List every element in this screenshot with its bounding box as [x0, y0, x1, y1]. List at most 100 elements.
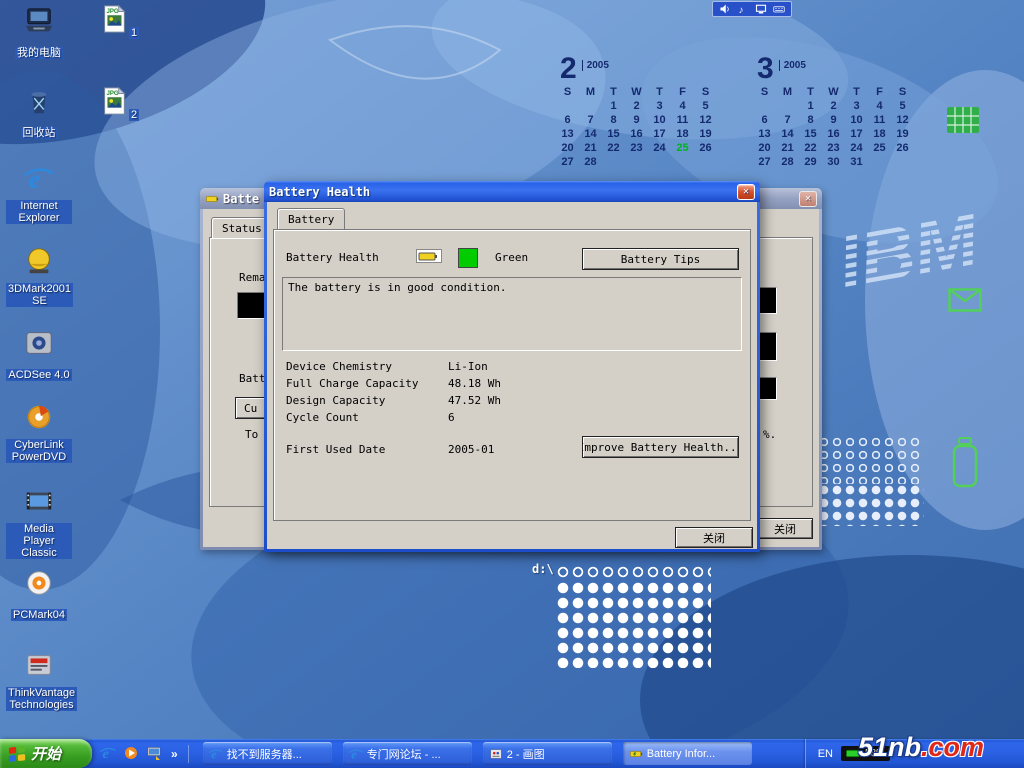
clock-area [898, 753, 1016, 754]
language-indicator[interactable]: EN [818, 748, 833, 760]
start-button[interactable]: 开始 [0, 739, 92, 768]
my-computer-icon [24, 6, 54, 36]
battery-health-titlebar[interactable]: Battery Health ✕ [264, 181, 760, 202]
battery-title-icon [205, 192, 219, 206]
desktop-recycle-bin-icon-01[interactable]: 回收站 [6, 86, 72, 141]
task-button-label: 2 - 画图 [507, 746, 545, 762]
close-icon: ✕ [805, 193, 811, 204]
top-right-toolbar: ♪ [712, 1, 792, 17]
percent-fragment: %. [763, 428, 776, 441]
desktop-icon-label: 2 [129, 109, 139, 121]
desktop-powerdvd-icon-05[interactable]: CyberLink PowerDVD [6, 402, 72, 465]
thinkvantage-icon [24, 650, 54, 680]
battery-detail-row: First Used Date2005-01 [286, 443, 501, 456]
tray-battery-icon [846, 749, 862, 758]
health-color-swatch [458, 248, 478, 268]
detail-value: Li-Ion [448, 360, 488, 373]
internet-explorer-icon: e [24, 163, 54, 193]
volume-icon[interactable] [719, 3, 731, 15]
desktop-media-player-classic-icon-06[interactable]: Media Player Classic [6, 486, 72, 561]
media-player-icon [123, 745, 139, 761]
detail-value: 48.18 Wh [448, 377, 501, 390]
task-button-label: 专门网论坛 - ... [367, 746, 441, 762]
improve-battery-health-button[interactable]: Improve Battery Health... [582, 436, 739, 458]
svg-text:♪: ♪ [739, 5, 744, 15]
note-icon[interactable]: ♪ [737, 3, 749, 15]
battery-detail-row: Design Capacity47.52 Wh [286, 394, 501, 407]
detail-label: First Used Date [286, 443, 448, 456]
tab-battery[interactable]: Battery [277, 208, 345, 229]
battery-health-body: Battery Battery Health Green Battery Tip… [267, 202, 757, 549]
windows-logo-icon [8, 745, 26, 763]
battery-health-title: Battery Health [269, 185, 370, 199]
internet-explorer-icon: e [209, 747, 223, 761]
battery-percent: 58% [865, 748, 885, 759]
quick-launch: e» [100, 745, 189, 763]
svg-text:JPG: JPG [106, 90, 118, 97]
battery-detail-row: Device ChemistryLi-Ion [286, 360, 501, 373]
jpg-file-icon: JPG [99, 86, 129, 116]
quick-launch-media-player-icon[interactable] [123, 745, 141, 763]
desktop-icon-label: Media Player Classic [6, 523, 72, 559]
desktop-acdsee-icon-04[interactable]: ACDSee 4.0 [6, 328, 72, 383]
battery-status-icon [416, 249, 442, 263]
desktop-internet-explorer-icon-02[interactable]: eInternet Explorer [6, 163, 72, 226]
internet-explorer-icon: e [349, 747, 363, 761]
task-button-3[interactable]: Battery Infor... [623, 742, 752, 765]
close-button-battery-info[interactable]: 关闭 [757, 518, 813, 539]
acdsee-icon [24, 328, 54, 358]
powerdvd-icon [24, 402, 54, 432]
3dmark-icon [24, 246, 54, 276]
desktop-jpg-file-icon-11[interactable]: JPG 2 [86, 86, 152, 123]
desktop-icon-label: CyberLink PowerDVD [6, 439, 72, 463]
svg-text:e: e [351, 747, 357, 761]
battery-icon [629, 747, 643, 761]
task-button-1[interactable]: e 专门网论坛 - ... [343, 742, 472, 765]
svg-text:e: e [211, 747, 217, 761]
detail-label: Cycle Count [286, 411, 448, 424]
media-player-classic-icon [24, 486, 54, 516]
taskbar: 开始 e» e找不到服务器...e专门网论坛 - ...2 - 画图Batter… [0, 739, 1024, 768]
system-tray: EN 58% [805, 739, 1024, 768]
close-button[interactable]: ✕ [799, 191, 817, 207]
detail-label: Device Chemistry [286, 360, 448, 373]
battery-tips-button[interactable]: Battery Tips [582, 248, 739, 270]
battery-health-label: Battery Health [286, 251, 379, 264]
desktop: IBM d:\ 22005SMTWTFS12345678910111213141… [0, 0, 1024, 768]
desktop-icon-label: ACDSee 4.0 [6, 369, 71, 381]
jpg-file-icon: JPG [99, 4, 129, 34]
desktop-thinkvantage-icon-08[interactable]: ThinkVantage Technologies [6, 650, 72, 713]
task-button-2[interactable]: 2 - 画图 [483, 742, 612, 765]
battery-meter[interactable]: 58% [841, 746, 890, 761]
internet-explorer-icon: e [100, 745, 116, 761]
detail-label: Full Charge Capacity [286, 377, 448, 390]
desktop-my-computer-icon-00[interactable]: 我的电脑 [6, 6, 72, 61]
task-button-label: 找不到服务器... [227, 746, 302, 762]
quick-launch-overflow[interactable]: » [169, 747, 180, 761]
battery-information-title: Batte [223, 192, 259, 206]
desktop-icon-label: ThinkVantage Technologies [6, 687, 77, 711]
close-button-battery-health[interactable]: 关闭 [675, 527, 753, 548]
desktop-3dmark-icon-03[interactable]: 3DMark2001 SE [6, 246, 72, 309]
task-buttons: e 找不到服务器... e 专门网论坛 - ... 2 - 画图 Battery Info… [203, 742, 752, 765]
battery-tab-panel: Battery Health Green Battery Tips The ba… [273, 229, 751, 521]
health-status-text: Green [495, 251, 528, 264]
close-button[interactable]: ✕ [737, 184, 755, 200]
condition-textbox: The battery is in good condition. [282, 277, 742, 351]
detail-value: 2005-01 [448, 443, 494, 456]
display-icon[interactable] [755, 3, 767, 15]
detail-label: Design Capacity [286, 394, 448, 407]
task-button-label: Battery Infor... [647, 748, 715, 760]
detail-value: 47.52 Wh [448, 394, 501, 407]
task-button-0[interactable]: e 找不到服务器... [203, 742, 332, 765]
quick-launch-desktop-icon[interactable] [146, 745, 164, 763]
start-label: 开始 [31, 743, 61, 764]
battery-detail-row: Full Charge Capacity48.18 Wh [286, 377, 501, 390]
quick-launch-internet-explorer-icon[interactable]: e [100, 745, 118, 763]
paint-icon [489, 747, 503, 761]
desktop-pcmark-icon-07[interactable]: PCMark04 [6, 568, 72, 623]
close-icon: ✕ [743, 186, 749, 197]
pcmark-icon [24, 568, 54, 598]
desktop-jpg-file-icon-10[interactable]: JPG1 [86, 4, 152, 41]
keyboard-icon[interactable] [773, 3, 785, 15]
